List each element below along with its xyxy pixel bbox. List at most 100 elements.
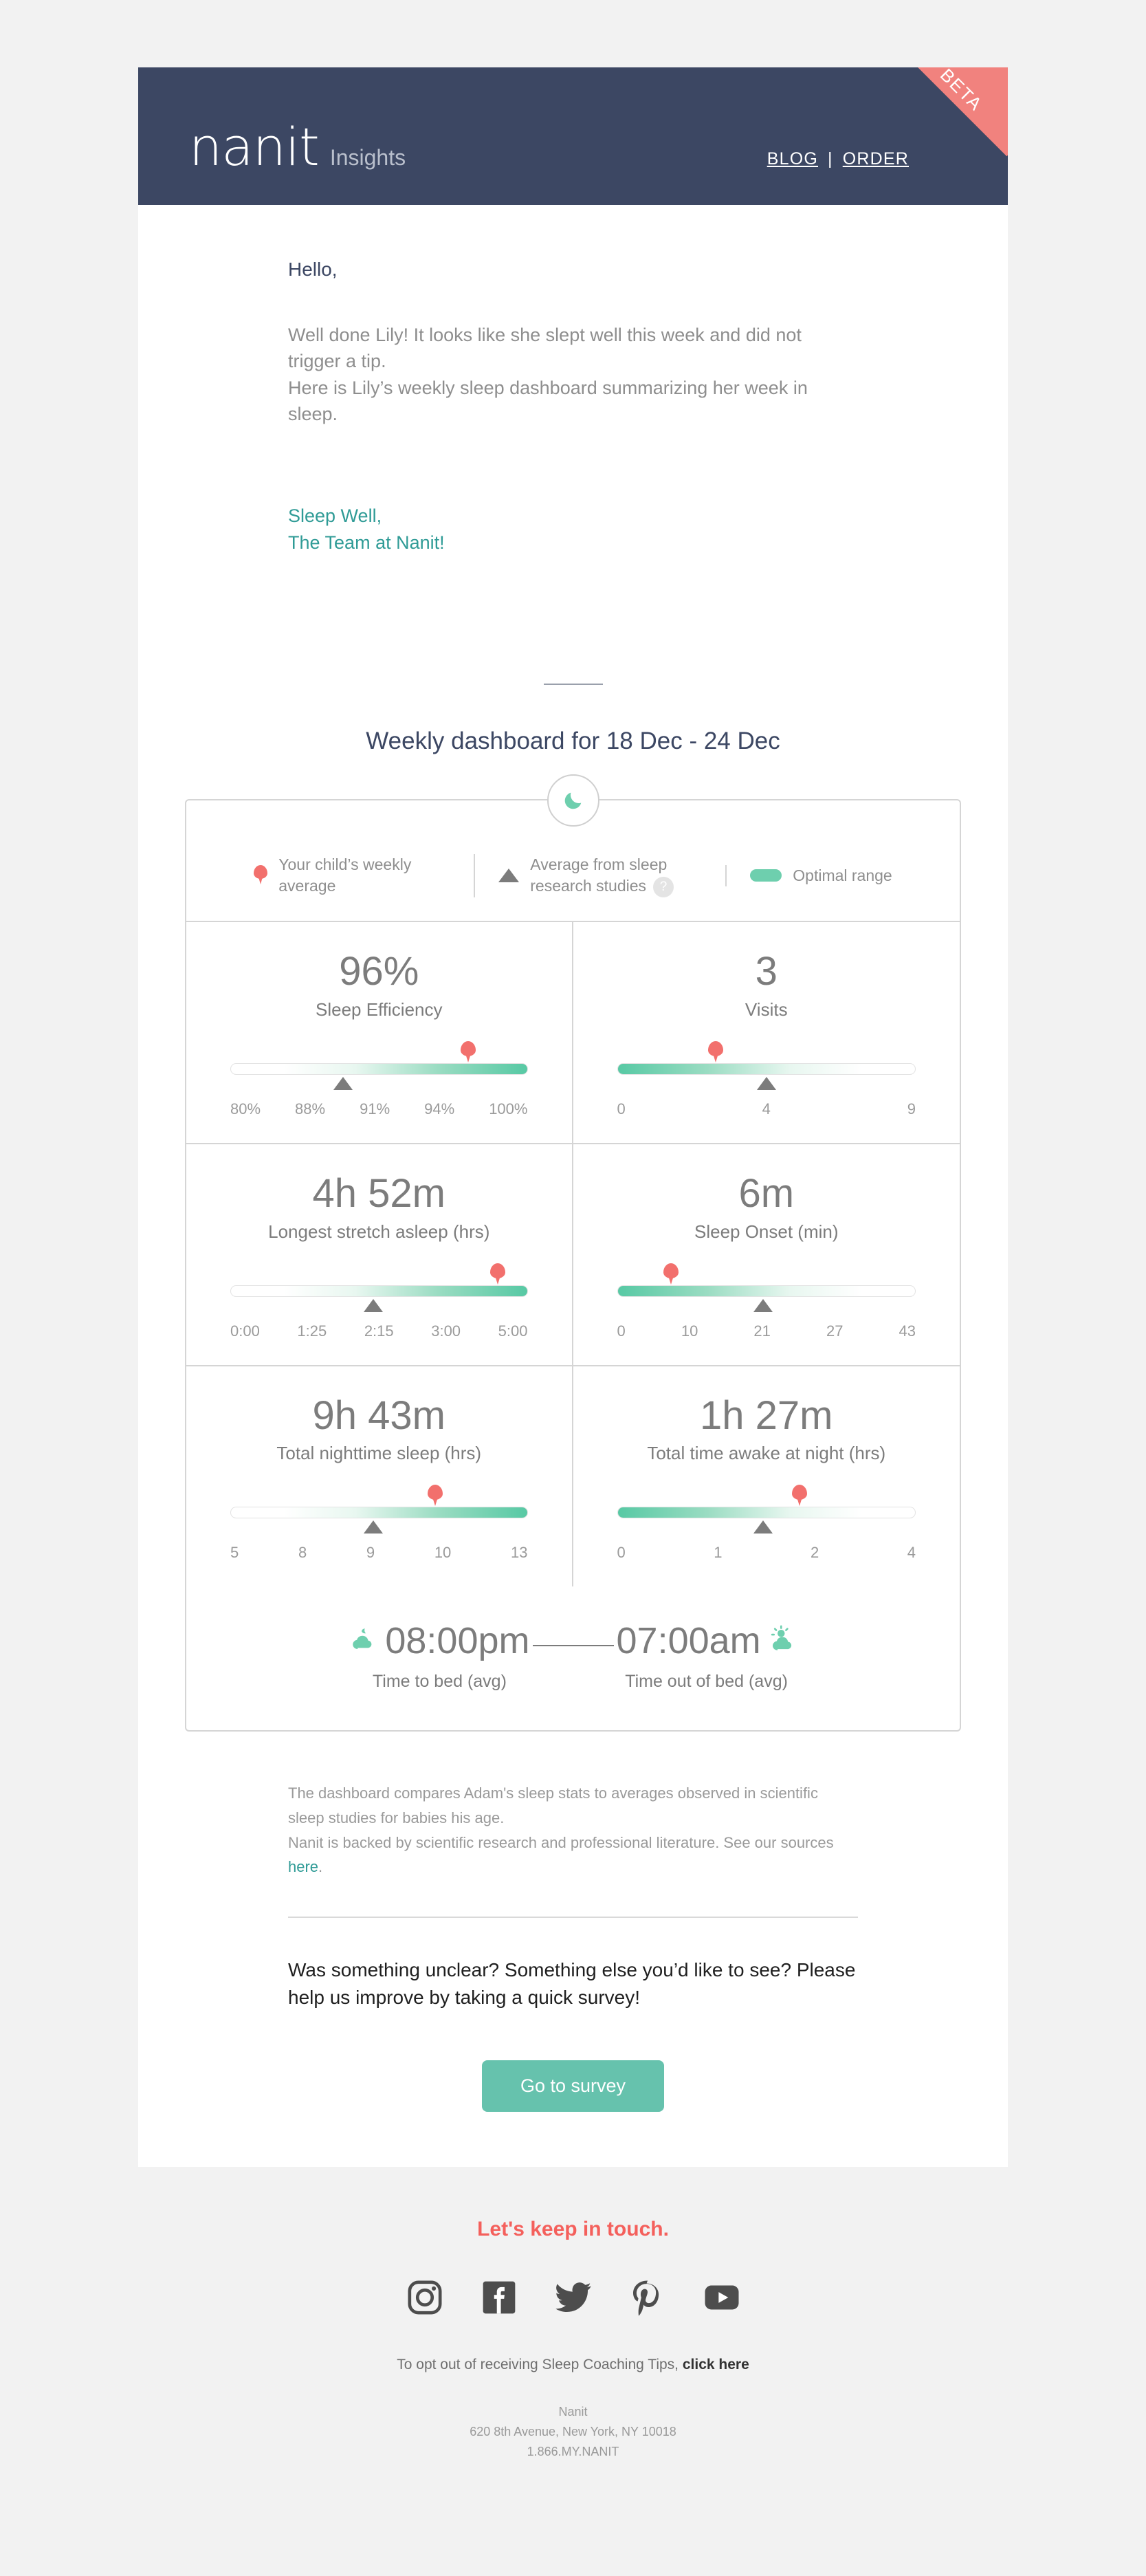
tick: 2:15 bbox=[364, 1322, 394, 1340]
facebook-icon[interactable] bbox=[480, 2278, 518, 2317]
metric-label: Sleep Efficiency bbox=[315, 998, 443, 1020]
legend-item-optimal-range: Optimal range bbox=[725, 864, 915, 886]
metric-value: 6m bbox=[738, 1170, 795, 1216]
metric-label: Total time awake at night (hrs) bbox=[647, 1443, 886, 1464]
metric-label: Longest stretch asleep (hrs) bbox=[268, 1221, 490, 1242]
dashboard-legend: Your child’s weekly average Average from… bbox=[186, 831, 960, 922]
footnote-line-1: The dashboard compares Adam's sleep stat… bbox=[288, 1784, 818, 1826]
tick: 13 bbox=[510, 1544, 528, 1562]
metric-ticks: 80% 88% 91% 94% 100% bbox=[230, 1100, 528, 1118]
moon-cloud-icon bbox=[349, 1625, 378, 1657]
metric-grid: 96% Sleep Efficiency 80% 88% 91% 94% 100… bbox=[186, 921, 960, 1587]
pinterest-icon[interactable] bbox=[628, 2278, 667, 2317]
twitter-icon[interactable] bbox=[554, 2278, 593, 2317]
metric-bar bbox=[230, 1062, 528, 1075]
tick: 94% bbox=[424, 1100, 455, 1117]
footnote-line-2: Nanit is backed by scientific research a… bbox=[288, 1831, 858, 1879]
metric-bar bbox=[230, 1507, 528, 1519]
intro-line-1: Well done Lily! It looks like she slept … bbox=[288, 325, 802, 372]
dashboard-card: Your child’s weekly average Average from… bbox=[185, 798, 961, 1732]
metric-bar bbox=[617, 1285, 916, 1297]
legend-label-child: Your child’s weekly average bbox=[278, 855, 412, 895]
metric-bar bbox=[617, 1507, 916, 1519]
footnote-divider bbox=[288, 1916, 858, 1918]
tick: 88% bbox=[295, 1100, 326, 1117]
tick: 43 bbox=[899, 1322, 916, 1340]
metric-cell-total-time-awake: 1h 27m Total time awake at night (hrs) 0… bbox=[573, 1366, 960, 1587]
nav-separator: | bbox=[828, 149, 833, 168]
email-container: nanit Insights BLOG | ORDER BETA Hello, … bbox=[138, 67, 1008, 2490]
email-footer: Let's keep in touch. To opt out of recei… bbox=[138, 2167, 1008, 2490]
tick: 80% bbox=[230, 1100, 261, 1117]
tick: 100% bbox=[489, 1100, 528, 1117]
youtube-icon[interactable] bbox=[703, 2278, 741, 2317]
metric-label: Sleep Onset (min) bbox=[694, 1221, 839, 1242]
metric-ticks: 0 4 9 bbox=[617, 1100, 916, 1118]
optout-link[interactable]: click here bbox=[683, 2357, 749, 2372]
research-average-triangle-icon bbox=[753, 1298, 773, 1312]
tick: 9 bbox=[907, 1100, 916, 1117]
legend-item-research-average: Average from sleep research studies? bbox=[474, 853, 725, 897]
research-average-triangle-icon bbox=[363, 1298, 383, 1312]
metric-ticks: 0:00 1:25 2:15 3:00 5:00 bbox=[230, 1322, 528, 1340]
metric-value: 9h 43m bbox=[312, 1393, 445, 1438]
go-to-survey-button[interactable]: Go to survey bbox=[481, 2060, 665, 2113]
child-average-pin-icon bbox=[707, 1040, 723, 1063]
tick: 10 bbox=[681, 1322, 698, 1340]
dashboard-title: Weekly dashboard for 18 Dec - 24 Dec bbox=[366, 727, 780, 754]
tick: 4 bbox=[907, 1544, 916, 1562]
footnote-line-2-post: . bbox=[318, 1858, 323, 1876]
tick: 5 bbox=[230, 1544, 239, 1562]
time-out-of-bed-block: 07:00am Time out of bed (avg) bbox=[617, 1622, 797, 1692]
range-chip-icon bbox=[750, 869, 782, 882]
metric-cell-longest-stretch: 4h 52m Longest stretch asleep (hrs) 0:00… bbox=[186, 1144, 573, 1366]
tick: 10 bbox=[434, 1544, 452, 1562]
child-average-pin-icon bbox=[428, 1485, 443, 1507]
help-icon[interactable]: ? bbox=[653, 876, 674, 897]
metric-bar-area bbox=[230, 1263, 528, 1312]
tick: 91% bbox=[360, 1100, 390, 1117]
footnote-line-2-pre: Nanit is backed by scientific research a… bbox=[288, 1833, 834, 1851]
intro-line-2: Here is Lily’s weekly sleep dashboard su… bbox=[288, 377, 808, 424]
metric-value: 96% bbox=[339, 948, 419, 994]
metric-ticks: 0 10 21 27 43 bbox=[617, 1322, 916, 1340]
tick: 0 bbox=[617, 1544, 626, 1562]
sources-link[interactable]: here bbox=[288, 1858, 318, 1875]
email-header: nanit Insights BLOG | ORDER BETA bbox=[138, 67, 1008, 205]
metric-ticks: 0 1 2 4 bbox=[617, 1544, 916, 1562]
tick: 21 bbox=[753, 1322, 771, 1340]
optout-text: To opt out of receiving Sleep Coaching T… bbox=[138, 2357, 1008, 2373]
research-average-triangle-icon bbox=[756, 1076, 776, 1090]
tick: 1 bbox=[714, 1544, 723, 1562]
signature-line-1: Sleep Well, bbox=[288, 505, 382, 527]
social-links bbox=[138, 2278, 1008, 2317]
address-line-3: 1.866.MY.NANIT bbox=[527, 2445, 619, 2459]
tick: 3:00 bbox=[431, 1322, 461, 1340]
address-line-2: 620 8th Avenue, New York, NY 10018 bbox=[470, 2425, 676, 2439]
blog-link[interactable]: BLOG bbox=[767, 149, 818, 169]
order-link[interactable]: ORDER bbox=[843, 149, 909, 169]
metric-value: 4h 52m bbox=[312, 1170, 445, 1216]
tick: 1:25 bbox=[297, 1322, 327, 1340]
triangle-icon bbox=[498, 869, 520, 883]
research-average-triangle-icon bbox=[753, 1520, 773, 1534]
bedtime-connector bbox=[532, 1644, 614, 1646]
moon-icon bbox=[547, 774, 599, 827]
metric-bar bbox=[230, 1285, 528, 1297]
bedtime-row: 08:00pm Time to bed (avg) 07:00am Time o… bbox=[186, 1586, 960, 1730]
metric-bar-area bbox=[230, 1040, 528, 1090]
address-line-1: Nanit bbox=[558, 2405, 588, 2419]
metric-ticks: 5 8 9 10 13 bbox=[230, 1544, 528, 1562]
tick: 9 bbox=[366, 1544, 375, 1562]
legend-label-optimal: Optimal range bbox=[793, 866, 892, 884]
header-nav: BLOG | ORDER bbox=[767, 149, 909, 169]
metric-value: 3 bbox=[755, 948, 778, 994]
legend-label-research: Average from sleep research studies? bbox=[530, 854, 702, 897]
tick: 5:00 bbox=[498, 1322, 528, 1340]
time-to-bed-label: Time to bed (avg) bbox=[372, 1672, 507, 1692]
legend-item-child-average: Your child’s weekly average bbox=[230, 854, 474, 897]
dashboard-card-wrapper: Your child’s weekly average Average from… bbox=[185, 774, 961, 1732]
survey-prompt: Was something unclear? Something else yo… bbox=[288, 1958, 856, 2009]
instagram-icon[interactable] bbox=[406, 2278, 444, 2317]
metric-cell-sleep-onset: 6m Sleep Onset (min) 0 10 21 27 43 bbox=[573, 1144, 960, 1366]
